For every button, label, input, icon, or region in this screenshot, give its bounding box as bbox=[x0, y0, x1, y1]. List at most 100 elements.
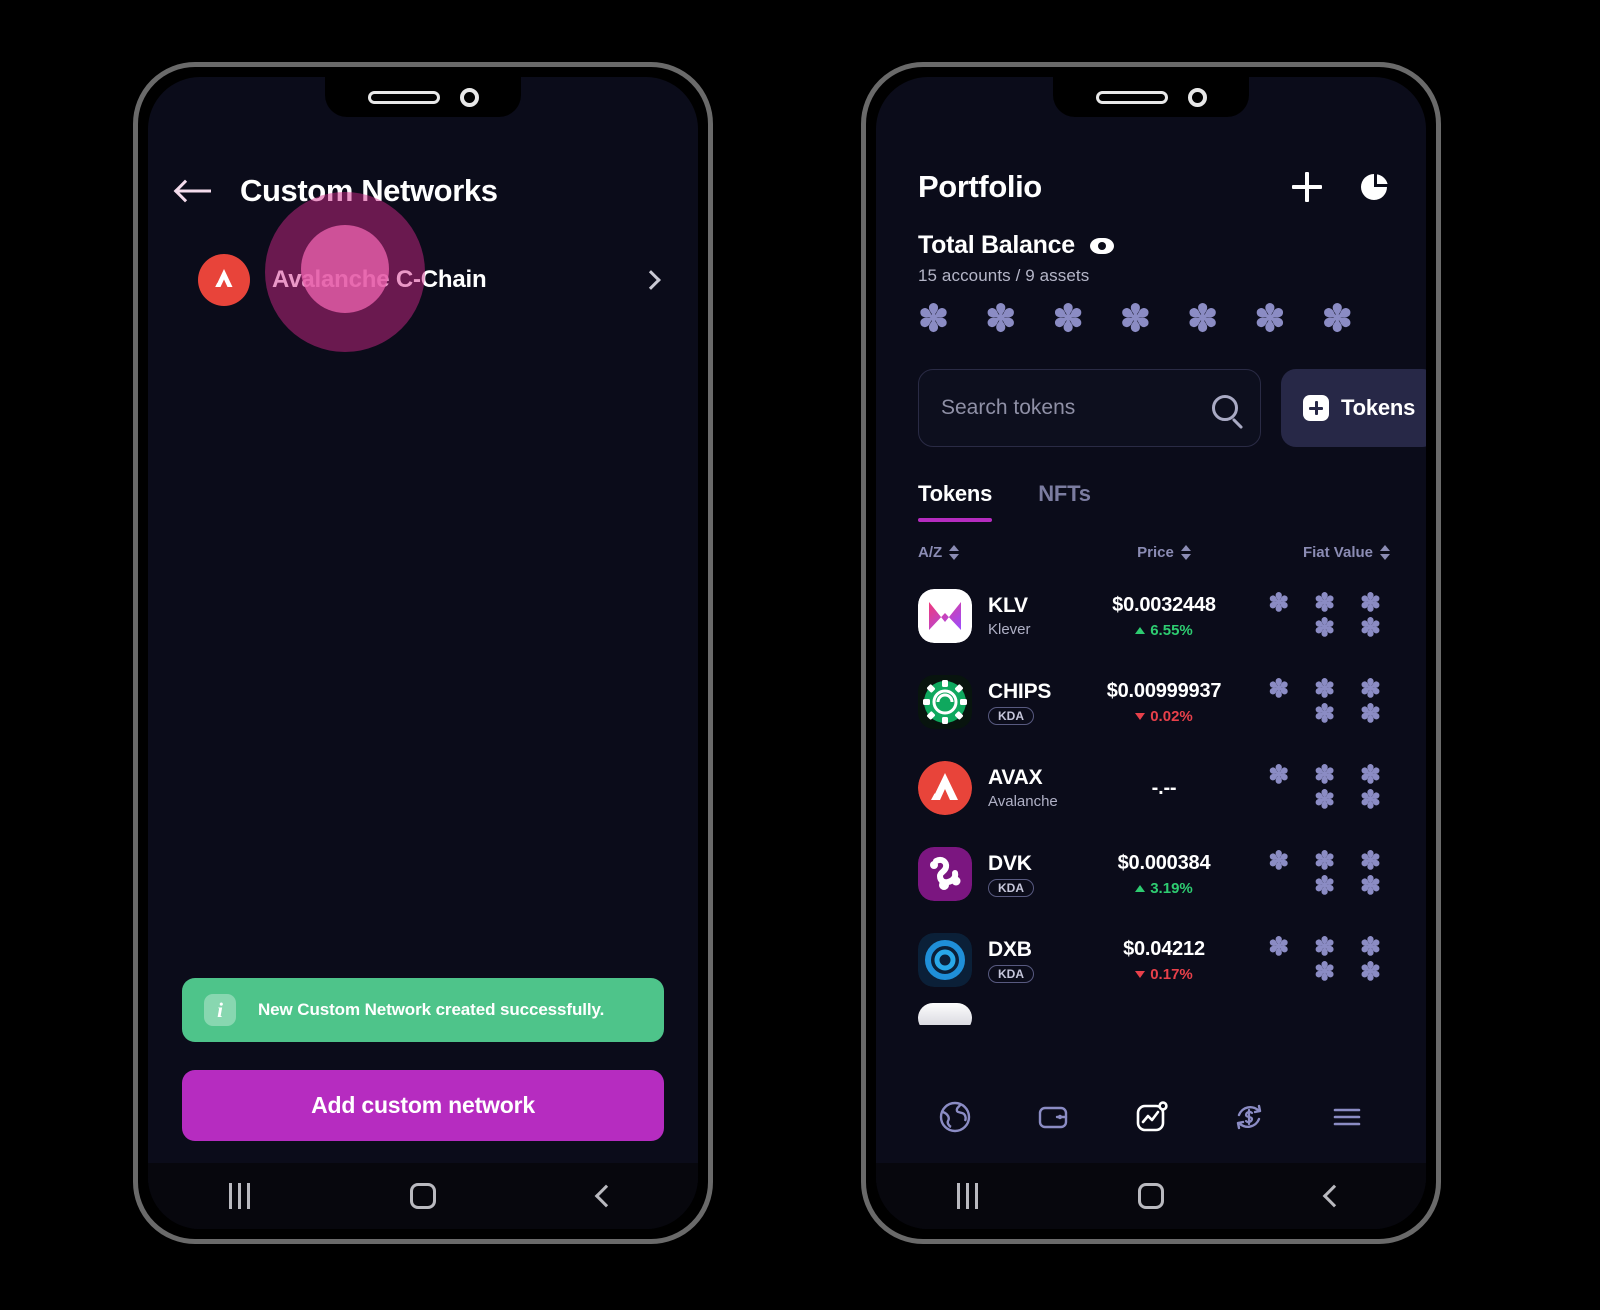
android-nav-bar-right bbox=[876, 1163, 1426, 1229]
token-badge: KDA bbox=[988, 878, 1034, 897]
masked-balance: ✽ ✽ ✽ ✽ ✽ ✽ ✽ bbox=[918, 298, 1366, 339]
phone-device-right: Portfolio Total Balance 15 accounts / 9 … bbox=[861, 62, 1441, 1244]
front-camera-icon bbox=[459, 87, 479, 107]
dxb-icon bbox=[918, 933, 972, 987]
token-fiat-value: ✽ ✽ ✽ ✽ ✽ bbox=[1268, 761, 1390, 814]
column-sort-fiat-value[interactable]: Fiat Value bbox=[1224, 544, 1390, 561]
tab-tokens[interactable]: Tokens bbox=[918, 481, 993, 522]
table-row[interactable]: CHIPS KDA $0.00999937 0.02% ✽ ✽ ✽ ✽ ✽ bbox=[918, 659, 1390, 745]
token-price: $0.0032448 bbox=[1112, 593, 1216, 616]
front-camera-icon bbox=[1187, 87, 1207, 107]
accounts-assets-summary: 15 accounts / 9 assets bbox=[918, 266, 1090, 285]
android-recents-button[interactable] bbox=[928, 1183, 1008, 1209]
token-symbol: AVAX bbox=[988, 766, 1043, 789]
column-sort-price[interactable]: Price bbox=[1104, 544, 1224, 561]
tab-tokens-label: Tokens bbox=[918, 481, 993, 506]
portfolio-tabs: Tokens NFTs bbox=[876, 447, 1426, 522]
total-balance-block: Total Balance 15 accounts / 9 assets ✽ ✽… bbox=[876, 205, 1426, 337]
add-tokens-button[interactable]: Tokens bbox=[1281, 369, 1426, 447]
token-change-value: 0.17% bbox=[1150, 965, 1193, 983]
header-actions bbox=[1292, 172, 1390, 202]
nav-swap[interactable] bbox=[1221, 1089, 1277, 1145]
avalanche-icon bbox=[918, 761, 972, 815]
android-recents-button[interactable] bbox=[200, 1183, 280, 1209]
speaker-slot-icon bbox=[367, 90, 440, 104]
token-fiat-value: ✽ ✽ ✽ ✽ ✽ bbox=[1268, 847, 1390, 900]
portfolio-screen: Portfolio Total Balance 15 accounts / 9 … bbox=[876, 77, 1426, 1071]
search-row: Tokens bbox=[876, 337, 1426, 447]
triangle-down-icon bbox=[1135, 970, 1146, 978]
table-row[interactable]: DXB KDA $0.04212 0.17% ✽ ✽ ✽ ✽ ✽ bbox=[918, 917, 1390, 1003]
token-symbol: KLV bbox=[988, 594, 1028, 617]
nav-menu[interactable] bbox=[1319, 1089, 1375, 1145]
eye-icon[interactable] bbox=[1089, 237, 1114, 254]
nav-wallet[interactable] bbox=[1025, 1089, 1081, 1145]
table-row[interactable]: KLV Klever $0.0032448 6.55% ✽ ✽ ✽ ✽ ✽ bbox=[918, 573, 1390, 659]
plus-icon[interactable] bbox=[1292, 172, 1322, 202]
column-sort-az[interactable]: A/Z bbox=[918, 544, 1104, 561]
pie-chart-icon[interactable] bbox=[1360, 172, 1390, 202]
sort-icon bbox=[1180, 545, 1191, 560]
triangle-up-icon bbox=[1135, 626, 1146, 634]
android-back-button[interactable] bbox=[566, 1184, 646, 1208]
token-name: Avalanche bbox=[988, 793, 1058, 810]
column-az-label: A/Z bbox=[918, 544, 943, 561]
custom-networks-screen: Custom Networks Avalanche C-Chain i New … bbox=[148, 77, 698, 1163]
table-row[interactable]: DVK KDA $0.000384 3.19% ✽ ✽ ✽ ✽ ✽ bbox=[918, 831, 1390, 917]
toast-message: New Custom Network created successfully. bbox=[258, 1000, 605, 1019]
token-symbol: DVK bbox=[988, 851, 1032, 875]
phone-screen-right: Portfolio Total Balance 15 accounts / 9 … bbox=[876, 77, 1426, 1229]
sort-icon bbox=[949, 545, 960, 560]
app-bottom-nav bbox=[876, 1071, 1426, 1163]
token-name: Klever bbox=[988, 621, 1031, 638]
add-tokens-label: Tokens bbox=[1341, 395, 1416, 420]
token-change-value: 6.55% bbox=[1150, 621, 1193, 639]
token-price: $0.04212 bbox=[1123, 937, 1205, 960]
phone-screen-left: Custom Networks Avalanche C-Chain i New … bbox=[148, 77, 698, 1229]
android-home-button[interactable] bbox=[383, 1183, 463, 1209]
arrow-left-icon bbox=[177, 180, 211, 202]
speaker-slot-icon bbox=[1095, 90, 1168, 104]
klever-icon bbox=[918, 589, 972, 643]
token-change-value: 3.19% bbox=[1150, 879, 1193, 897]
page-title: Custom Networks bbox=[240, 173, 498, 208]
tab-nfts[interactable]: NFTs bbox=[1038, 481, 1091, 522]
token-change-value: 0.02% bbox=[1150, 707, 1193, 725]
tab-nfts-label: NFTs bbox=[1038, 481, 1091, 506]
token-price: $0.00999937 bbox=[1106, 679, 1222, 702]
search-icon bbox=[1212, 395, 1238, 421]
token-fiat-value: ✽ ✽ ✽ ✽ ✽ bbox=[1268, 589, 1390, 642]
column-price-label: Price bbox=[1137, 544, 1174, 561]
add-custom-network-button[interactable]: Add custom network bbox=[182, 1070, 664, 1141]
search-tokens-box[interactable] bbox=[918, 369, 1261, 447]
token-price: -.-- bbox=[1151, 776, 1177, 799]
android-home-button[interactable] bbox=[1111, 1183, 1191, 1209]
info-icon: i bbox=[204, 994, 236, 1026]
token-price: $0.000384 bbox=[1117, 851, 1211, 874]
token-badge: KDA bbox=[988, 964, 1034, 983]
token-table-header: A/Z Price Fiat Value bbox=[876, 522, 1426, 561]
sort-icon bbox=[1380, 545, 1390, 560]
chevron-right-icon bbox=[641, 270, 661, 290]
token-change: 6.55% bbox=[1135, 622, 1193, 639]
network-list-item-avalanche[interactable]: Avalanche C-Chain bbox=[148, 209, 698, 306]
token-fiat-value: ✽ ✽ ✽ ✽ ✽ bbox=[1268, 933, 1390, 986]
next-row-peek bbox=[876, 1003, 1426, 1025]
plus-square-icon bbox=[1303, 395, 1329, 421]
network-name: Avalanche C-Chain bbox=[272, 266, 487, 293]
nav-portfolio[interactable] bbox=[1123, 1089, 1179, 1145]
phone-device-left: Custom Networks Avalanche C-Chain i New … bbox=[133, 62, 713, 1244]
total-balance-label: Total Balance bbox=[918, 231, 1075, 259]
android-back-button[interactable] bbox=[1294, 1184, 1374, 1208]
triangle-down-icon bbox=[1135, 712, 1146, 720]
page-title: Portfolio bbox=[918, 169, 1042, 204]
nav-explore[interactable] bbox=[927, 1089, 983, 1145]
table-row[interactable]: AVAX Avalanche -.-- ✽ ✽ ✽ ✽ ✽ bbox=[918, 745, 1390, 831]
column-fiat-label: Fiat Value bbox=[1302, 544, 1373, 561]
phone-notch bbox=[1053, 77, 1249, 117]
token-symbol: DXB bbox=[988, 937, 1032, 961]
back-button[interactable] bbox=[148, 180, 240, 202]
avalanche-icon bbox=[198, 254, 250, 306]
success-toast: i New Custom Network created successfull… bbox=[182, 978, 664, 1042]
search-input[interactable] bbox=[941, 396, 1212, 420]
